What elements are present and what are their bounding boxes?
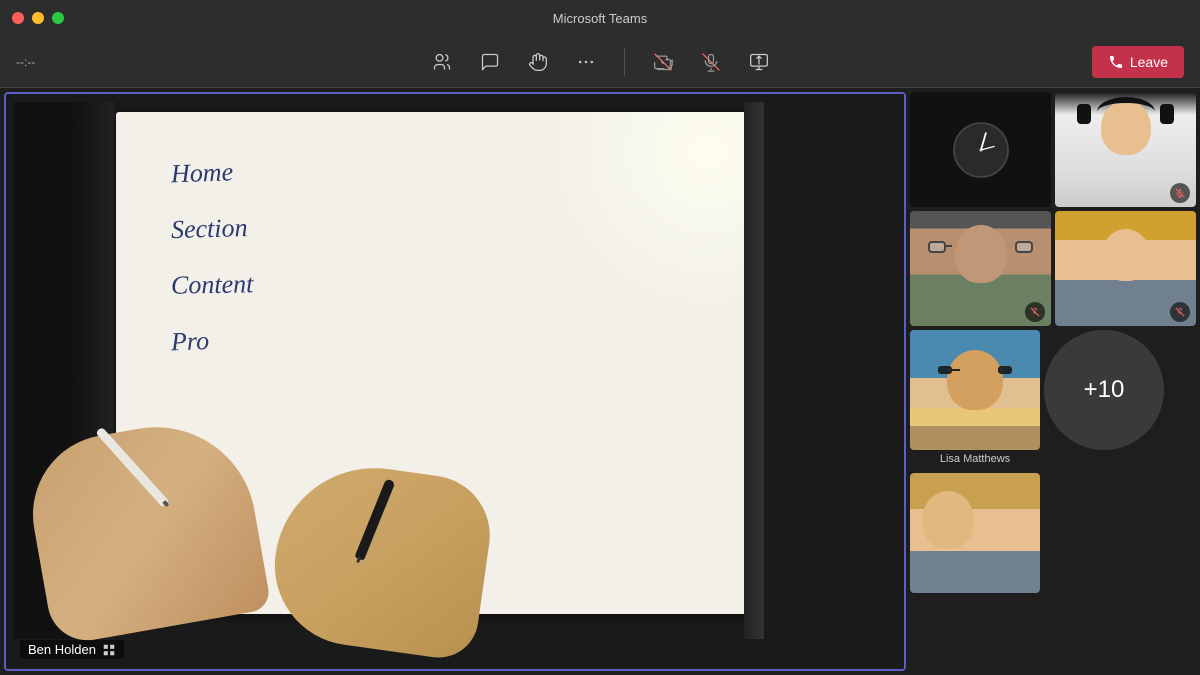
extra-participants-badge[interactable]: +10	[1044, 330, 1164, 450]
middle-participant-row	[910, 211, 1196, 326]
camera-toggle-button[interactable]	[645, 44, 681, 80]
participant-thumb-blonde-woman	[1055, 211, 1196, 326]
bottom-row	[910, 473, 1196, 593]
lisa-cell: Lisa Matthews	[910, 330, 1040, 465]
main-content: Home Section Content Pro Ben Holden	[0, 88, 1200, 675]
people-button[interactable]	[424, 44, 460, 80]
mute-badge-blonde-woman	[1170, 302, 1190, 322]
bottom-participant-thumb	[910, 473, 1040, 593]
participant-thumb-old-woman	[910, 211, 1051, 326]
titlebar: Microsoft Teams	[0, 0, 1200, 36]
participant-thumb-clock	[910, 92, 1051, 207]
presenter-badge: Ben Holden	[20, 640, 124, 659]
whiteboard-line-3: Content	[171, 258, 254, 311]
whiteboard-line-2: Section	[170, 202, 254, 256]
extra-count: +10	[1084, 376, 1125, 404]
leave-label: Leave	[1130, 54, 1168, 70]
chat-button[interactable]	[472, 44, 508, 80]
lisa-name: Lisa Matthews	[940, 453, 1010, 465]
mic-toggle-button[interactable]	[693, 44, 729, 80]
presenter-name: Ben Holden	[28, 642, 96, 657]
more-button[interactable]	[568, 44, 604, 80]
traffic-lights	[12, 12, 64, 24]
maximize-button[interactable]	[52, 12, 64, 24]
top-participant-row	[910, 92, 1196, 207]
main-video: Home Section Content Pro Ben Holden	[4, 92, 906, 671]
react-button[interactable]	[520, 44, 556, 80]
mute-badge-old-woman	[1025, 302, 1045, 322]
app-title: Microsoft Teams	[553, 11, 647, 26]
lisa-thumb	[910, 330, 1040, 450]
participant-thumb-man-headphones	[1055, 92, 1196, 207]
close-button[interactable]	[12, 12, 24, 24]
share-button[interactable]	[741, 44, 777, 80]
mute-badge-man	[1170, 183, 1190, 203]
toolbar: --:--	[0, 36, 1200, 88]
whiteboard-line-4: Pro	[170, 314, 254, 369]
minimize-button[interactable]	[32, 12, 44, 24]
sidebar: Lisa Matthews +10	[910, 88, 1200, 675]
whiteboard-line-1: Home	[170, 146, 254, 201]
leave-button[interactable]: Leave	[1092, 46, 1184, 78]
call-timer: --:--	[16, 55, 35, 69]
divider	[624, 48, 625, 76]
lisa-row: Lisa Matthews +10	[910, 330, 1196, 465]
